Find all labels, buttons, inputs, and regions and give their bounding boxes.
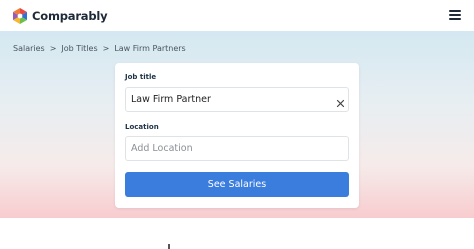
brand-name: Comparably: [32, 8, 108, 23]
breadcrumb-job-titles[interactable]: Job Titles: [61, 44, 97, 53]
breadcrumb-salaries[interactable]: Salaries: [13, 44, 45, 53]
brand-logo[interactable]: Comparably: [12, 6, 108, 25]
hamburger-menu-icon[interactable]: [449, 9, 461, 20]
menu-line: [449, 14, 461, 16]
job-title-label: Job title: [125, 73, 157, 81]
top-header: Comparably: [0, 0, 474, 31]
breadcrumb-current: Law Firm Partners: [114, 43, 186, 53]
breadcrumb-separator: >: [49, 43, 57, 53]
location-label: Location: [125, 123, 159, 131]
partial-content-mark: [168, 244, 170, 249]
page-content-below: [0, 218, 474, 249]
breadcrumb-separator: >: [102, 43, 110, 53]
salary-search-card: Job title Location See Salaries: [115, 63, 359, 208]
job-title-field-wrapper: [125, 87, 349, 112]
menu-line: [449, 10, 461, 12]
see-salaries-button[interactable]: See Salaries: [125, 172, 349, 197]
location-field-wrapper: [125, 136, 349, 161]
location-input[interactable]: [126, 137, 326, 160]
job-title-input[interactable]: [126, 88, 326, 111]
close-icon[interactable]: [335, 94, 346, 108]
menu-line: [449, 18, 461, 20]
breadcrumb: Salaries > Job Titles > Law Firm Partner…: [13, 42, 186, 54]
comparably-logo-icon: [12, 7, 28, 24]
